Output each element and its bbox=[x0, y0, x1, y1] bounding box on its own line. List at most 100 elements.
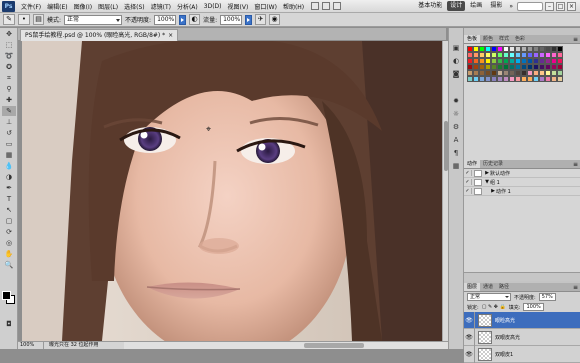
menu-view[interactable]: 视图(V) bbox=[225, 2, 252, 11]
blur-tool-icon[interactable]: 💧 bbox=[2, 161, 16, 171]
pressure-size-icon[interactable]: ◉ bbox=[269, 14, 281, 25]
menu-3d[interactable]: 3D(D) bbox=[201, 3, 225, 10]
layer-row[interactable]: 👁 眼睑高光 bbox=[464, 311, 580, 329]
tab-layers[interactable]: 图层 bbox=[464, 283, 481, 291]
zoom-tool-icon[interactable]: 🔍 bbox=[2, 260, 16, 270]
quick-select-tool-icon[interactable]: ✪ bbox=[2, 62, 16, 72]
move-tool-icon[interactable]: ✥ bbox=[2, 29, 16, 39]
horizontal-scrollbar[interactable] bbox=[124, 342, 448, 349]
shape-tool-icon[interactable]: ▢ bbox=[2, 216, 16, 226]
3d-rotate-tool-icon[interactable]: ⟳ bbox=[2, 227, 16, 237]
styles-panel-icon[interactable]: ☼ bbox=[451, 110, 461, 119]
tab-swatches[interactable]: 色板 bbox=[464, 35, 481, 43]
crop-tool-icon[interactable]: ⌗ bbox=[2, 73, 16, 83]
close-button[interactable]: × bbox=[567, 1, 576, 11]
menu-select[interactable]: 选择(S) bbox=[121, 2, 148, 11]
type-tool-icon[interactable]: T bbox=[2, 194, 16, 204]
dialog-toggle[interactable] bbox=[474, 187, 482, 195]
blend-mode-select[interactable]: 正常 bbox=[467, 293, 511, 301]
eyedropper-tool-icon[interactable]: ⚲ bbox=[2, 84, 16, 94]
panel-menu-icon[interactable]: ≡ bbox=[573, 35, 578, 44]
menu-file[interactable]: 文件(F) bbox=[18, 2, 44, 11]
horizontal-scroll-thumb[interactable] bbox=[304, 343, 364, 348]
flow-slider-arrow[interactable] bbox=[245, 14, 253, 25]
bridge-icon[interactable] bbox=[311, 2, 320, 10]
action-row[interactable]: ✓ ▶ 动作 1 bbox=[464, 187, 580, 196]
arrange-documents-icon[interactable] bbox=[333, 2, 342, 10]
zoom-level[interactable]: 100% bbox=[18, 342, 44, 349]
tab-hues[interactable]: 色彩 bbox=[512, 35, 528, 43]
opacity-slider-arrow[interactable] bbox=[179, 14, 187, 25]
tab-history[interactable]: 历史记录 bbox=[480, 160, 506, 168]
action-set-row[interactable]: ✓ ▶ 默认动作 bbox=[464, 169, 580, 178]
brush-size-picker[interactable]: • bbox=[18, 14, 30, 25]
paragraph-panel-icon[interactable]: ¶ bbox=[451, 149, 461, 158]
menu-help[interactable]: 帮助(H) bbox=[280, 2, 307, 11]
eye-icon[interactable]: 👁 bbox=[464, 311, 475, 329]
dialog-toggle[interactable] bbox=[474, 178, 482, 186]
eraser-tool-icon[interactable]: ▭ bbox=[2, 139, 16, 149]
tab-channels[interactable]: 通道 bbox=[480, 283, 496, 291]
masks-panel-icon[interactable]: ◙ bbox=[451, 70, 461, 79]
dodge-tool-icon[interactable]: ◑ bbox=[2, 172, 16, 182]
status-info[interactable]: 曝光只在 32 位起作用 bbox=[44, 342, 124, 349]
flow-field[interactable]: 100% bbox=[220, 14, 243, 25]
3d-panel-icon[interactable]: ✹ bbox=[451, 97, 461, 106]
workspace-more[interactable]: » bbox=[507, 3, 515, 10]
tab-paths[interactable]: 路径 bbox=[496, 283, 512, 291]
document-canvas[interactable]: ⌖ bbox=[22, 41, 442, 341]
check-icon[interactable]: ✓ bbox=[464, 179, 472, 185]
healing-tool-icon[interactable]: ✚ bbox=[2, 95, 16, 105]
document-close-icon[interactable]: × bbox=[168, 32, 173, 39]
workspace-paint[interactable]: 绘画 bbox=[467, 1, 485, 11]
dialog-toggle[interactable] bbox=[474, 169, 482, 177]
gradient-tool-icon[interactable]: ▦ bbox=[2, 150, 16, 160]
history-brush-tool-icon[interactable]: ↺ bbox=[2, 128, 16, 138]
layer-opacity-field[interactable]: 57% bbox=[538, 293, 556, 301]
check-icon[interactable]: ✓ bbox=[464, 170, 472, 176]
path-select-tool-icon[interactable]: ↖ bbox=[2, 205, 16, 215]
maximize-button[interactable]: □ bbox=[556, 1, 565, 11]
opacity-field[interactable]: 100% bbox=[154, 14, 177, 25]
action-set-row[interactable]: ✓ ▼ 组 1 bbox=[464, 178, 580, 187]
3d-orbit-tool-icon[interactable]: ◎ bbox=[2, 238, 16, 248]
brush-tool-icon[interactable]: ✎ bbox=[2, 106, 16, 116]
menu-edit[interactable]: 编辑(E) bbox=[44, 2, 70, 11]
color-panel-icon[interactable]: ▣ bbox=[451, 44, 461, 53]
lock-icons[interactable]: ▢ ✎ ✥ 🔒 bbox=[482, 304, 506, 310]
mini-bridge-icon[interactable] bbox=[322, 2, 331, 10]
workspace-photo[interactable]: 摄影 bbox=[487, 1, 505, 11]
eye-icon[interactable]: 👁 bbox=[464, 345, 475, 363]
minimize-button[interactable]: – bbox=[545, 1, 554, 11]
pen-tool-icon[interactable]: ✒ bbox=[2, 183, 16, 193]
eye-icon[interactable]: 👁 bbox=[464, 328, 475, 346]
foreground-color-swatch[interactable] bbox=[2, 291, 11, 300]
menu-layer[interactable]: 图层(L) bbox=[95, 2, 121, 11]
marquee-tool-icon[interactable]: ⬚ bbox=[2, 40, 16, 50]
brush-preset-icon[interactable]: ✎ bbox=[3, 14, 15, 25]
menu-analysis[interactable]: 分析(A) bbox=[174, 2, 201, 11]
mode-select[interactable]: 正常 bbox=[64, 14, 123, 25]
character-panel-icon[interactable]: A bbox=[451, 136, 461, 145]
workspace-basic[interactable]: 基本功能 bbox=[415, 1, 445, 11]
pressure-opacity-icon[interactable]: ◐ bbox=[189, 14, 201, 25]
tab-actions[interactable]: 动作 bbox=[464, 160, 481, 168]
fill-field[interactable]: 100% bbox=[523, 303, 544, 311]
actions-menu-icon[interactable]: ≡ bbox=[573, 160, 578, 169]
search-field[interactable] bbox=[517, 1, 543, 11]
color-swatch[interactable] bbox=[557, 76, 563, 82]
info-panel-icon[interactable]: ▦ bbox=[451, 162, 461, 171]
tab-color[interactable]: 颜色 bbox=[480, 35, 496, 43]
check-icon[interactable]: ✓ bbox=[464, 188, 472, 194]
quick-mask-icon[interactable]: ◘ bbox=[2, 319, 16, 329]
layers-menu-icon[interactable]: ≡ bbox=[573, 283, 578, 292]
workspace-design[interactable]: 设计 bbox=[447, 1, 466, 11]
tab-styles[interactable]: 样式 bbox=[496, 35, 512, 43]
menu-image[interactable]: 图像(I) bbox=[71, 2, 95, 11]
document-tab[interactable]: PS鼠手绘教程.psd @ 100% (眼睑高光, RGB/8#) * × bbox=[20, 29, 179, 41]
hand-tool-icon[interactable]: ✋ bbox=[2, 249, 16, 259]
brush-panel-icon[interactable]: ▤ bbox=[33, 14, 44, 25]
clone-stamp-tool-icon[interactable]: ⊥ bbox=[2, 117, 16, 127]
layer-row[interactable]: 👁 双眼皮高光 bbox=[464, 328, 580, 346]
menu-filter[interactable]: 滤镜(T) bbox=[148, 2, 174, 11]
